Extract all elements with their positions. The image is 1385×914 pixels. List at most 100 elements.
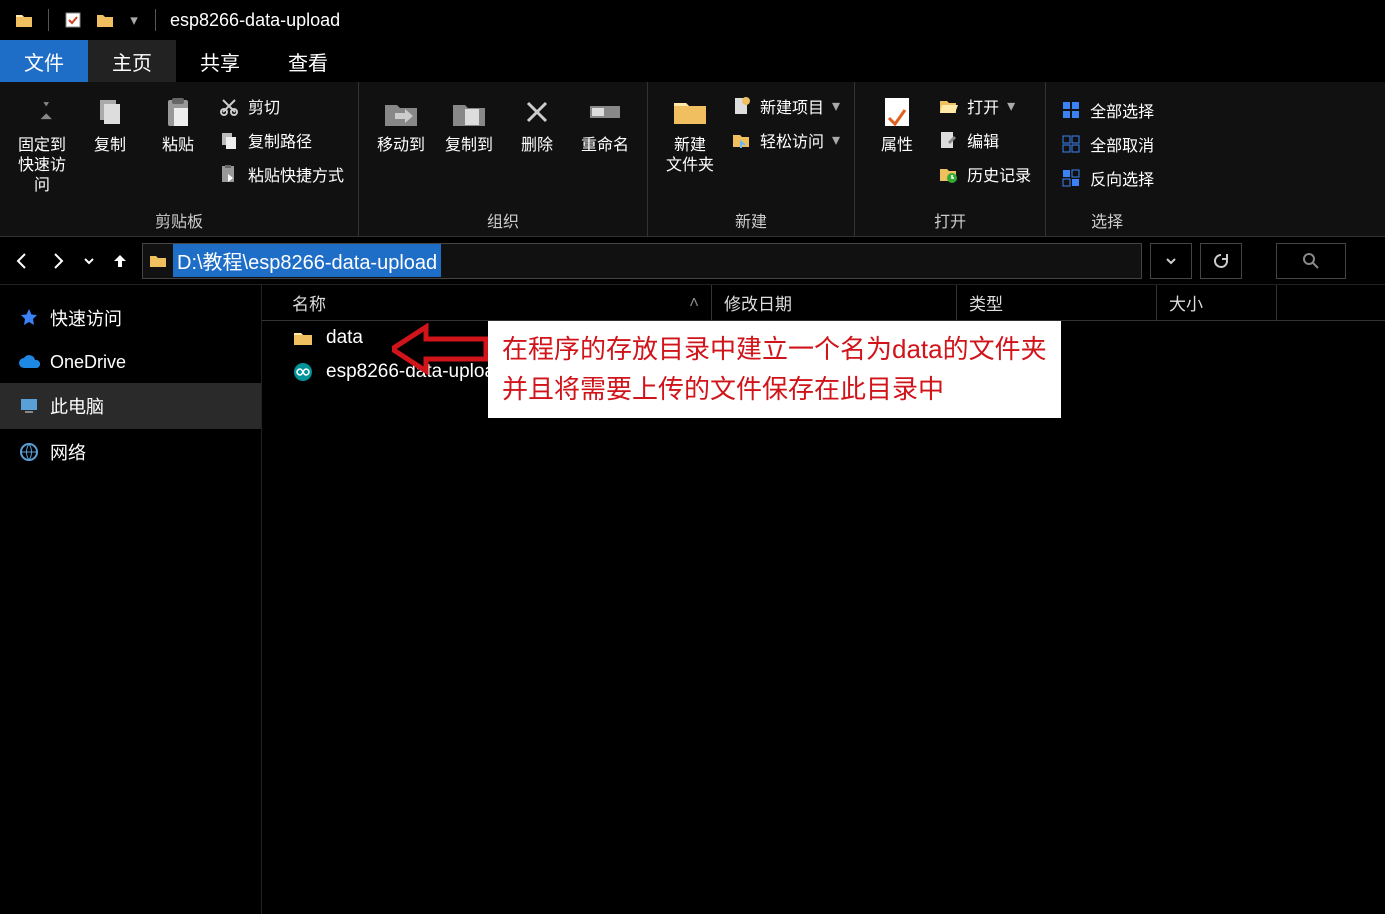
file-list-area: 名称˄ 修改日期 类型 大小 data esp8266-data-upload.… bbox=[262, 285, 1385, 914]
move-to-button[interactable]: 移动到 bbox=[369, 88, 433, 160]
column-name[interactable]: 名称˄ bbox=[262, 285, 712, 320]
rename-label: 重命名 bbox=[581, 136, 629, 156]
history-label: 历史记录 bbox=[967, 162, 1031, 186]
tab-home[interactable]: 主页 bbox=[88, 40, 176, 82]
pin-label: 固定到 快速访问 bbox=[12, 136, 72, 196]
column-type[interactable]: 类型 bbox=[957, 285, 1157, 320]
edit-button[interactable]: 编辑 bbox=[933, 126, 1035, 154]
sidebar-label: 快速访问 bbox=[50, 305, 122, 331]
new-folder-label: 新建 文件夹 bbox=[666, 136, 714, 176]
back-button[interactable] bbox=[8, 247, 36, 275]
sidebar-item-this-pc[interactable]: 此电脑 bbox=[0, 383, 261, 429]
group-select: 全部选择 全部取消 反向选择 选择 bbox=[1046, 82, 1168, 236]
invert-icon bbox=[1060, 167, 1082, 189]
copy-to-label: 复制到 bbox=[445, 136, 493, 156]
open-button[interactable]: 打开 ▾ bbox=[933, 92, 1035, 120]
group-label-new: 新建 bbox=[735, 204, 767, 234]
paste-shortcut-icon bbox=[218, 163, 240, 185]
folder-icon bbox=[149, 253, 167, 269]
network-icon bbox=[18, 441, 40, 463]
list-item[interactable]: esp8266-data-upload.ino bbox=[262, 355, 1385, 389]
easy-access-label: 轻松访问 bbox=[760, 128, 824, 152]
copy-to-button[interactable]: 复制到 bbox=[437, 88, 501, 160]
sidebar-item-quick-access[interactable]: 快速访问 bbox=[0, 295, 261, 341]
search-box[interactable] bbox=[1276, 243, 1346, 279]
sidebar: 快速访问 OneDrive 此电脑 网络 bbox=[0, 285, 262, 914]
open-icon bbox=[937, 95, 959, 117]
rename-icon bbox=[585, 92, 625, 132]
group-label-organize: 组织 bbox=[487, 204, 519, 234]
ribbon-tabs: 文件 主页 共享 查看 bbox=[0, 40, 1385, 82]
recent-dropdown[interactable] bbox=[80, 247, 98, 275]
address-bar[interactable]: D:\教程\esp8266-data-upload bbox=[142, 243, 1142, 279]
column-date[interactable]: 修改日期 bbox=[712, 285, 957, 320]
file-name: data bbox=[326, 327, 363, 349]
history-icon bbox=[937, 163, 959, 185]
column-size[interactable]: 大小 bbox=[1157, 285, 1277, 320]
copy-path-button[interactable]: 复制路径 bbox=[214, 126, 348, 154]
copy-label: 复制 bbox=[94, 136, 126, 156]
new-item-button[interactable]: 新建项目 ▾ bbox=[726, 92, 844, 120]
easy-access-icon bbox=[730, 129, 752, 151]
rename-button[interactable]: 重命名 bbox=[573, 88, 637, 160]
cut-button[interactable]: 剪切 bbox=[214, 92, 348, 120]
sidebar-label: 网络 bbox=[50, 439, 86, 465]
group-label-open: 打开 bbox=[934, 204, 966, 234]
window-title: esp8266-data-upload bbox=[170, 10, 340, 31]
copy-to-icon bbox=[449, 92, 489, 132]
chevron-down-icon: ▾ bbox=[1007, 96, 1015, 116]
delete-button[interactable]: 删除 bbox=[505, 88, 569, 160]
paste-button[interactable]: 粘贴 bbox=[146, 88, 210, 160]
pin-to-quick-access-button[interactable]: 固定到 快速访问 bbox=[10, 88, 74, 200]
properties-label: 属性 bbox=[881, 136, 913, 156]
paste-shortcut-label: 粘贴快捷方式 bbox=[248, 162, 344, 186]
properties-shortcut-icon[interactable] bbox=[63, 10, 83, 30]
copy-path-label: 复制路径 bbox=[248, 128, 312, 152]
refresh-button[interactable] bbox=[1200, 243, 1242, 279]
tab-share[interactable]: 共享 bbox=[176, 40, 264, 82]
new-folder-icon bbox=[670, 92, 710, 132]
move-to-icon bbox=[381, 92, 421, 132]
group-clipboard: 固定到 快速访问 复制 粘贴 剪切 复制路径 bbox=[0, 82, 359, 236]
paste-shortcut-button[interactable]: 粘贴快捷方式 bbox=[214, 160, 348, 188]
history-button[interactable]: 历史记录 bbox=[933, 160, 1035, 188]
sidebar-item-network[interactable]: 网络 bbox=[0, 429, 261, 475]
address-path[interactable]: D:\教程\esp8266-data-upload bbox=[173, 244, 441, 277]
search-icon bbox=[1302, 252, 1320, 270]
properties-button[interactable]: 属性 bbox=[865, 88, 929, 160]
open-label: 打开 bbox=[967, 94, 999, 118]
easy-access-button[interactable]: 轻松访问 ▾ bbox=[726, 126, 844, 154]
delete-icon bbox=[517, 92, 557, 132]
cut-icon bbox=[218, 95, 240, 117]
pc-icon bbox=[18, 395, 40, 417]
tab-file[interactable]: 文件 bbox=[0, 40, 88, 82]
properties-icon bbox=[877, 92, 917, 132]
edit-label: 编辑 bbox=[967, 128, 999, 152]
titlebar: ▾ esp8266-data-upload bbox=[0, 0, 1385, 40]
separator bbox=[155, 9, 156, 31]
star-icon bbox=[18, 307, 40, 329]
forward-button[interactable] bbox=[44, 247, 72, 275]
up-button[interactable] bbox=[106, 247, 134, 275]
move-to-label: 移动到 bbox=[377, 136, 425, 156]
tab-view[interactable]: 查看 bbox=[264, 40, 352, 82]
address-dropdown[interactable] bbox=[1150, 243, 1192, 279]
list-item[interactable]: data bbox=[262, 321, 1385, 355]
dropdown-icon[interactable]: ▾ bbox=[127, 10, 141, 30]
select-all-button[interactable]: 全部选择 bbox=[1056, 96, 1158, 124]
sidebar-label: OneDrive bbox=[50, 352, 126, 373]
chevron-down-icon: ▾ bbox=[832, 96, 840, 116]
sidebar-item-onedrive[interactable]: OneDrive bbox=[0, 341, 261, 383]
folder-icon bbox=[14, 10, 34, 30]
invert-selection-button[interactable]: 反向选择 bbox=[1056, 164, 1158, 192]
column-headers: 名称˄ 修改日期 类型 大小 bbox=[262, 285, 1385, 321]
folder-shortcut-icon[interactable] bbox=[95, 10, 115, 30]
chevron-down-icon: ▾ bbox=[832, 130, 840, 150]
select-none-button[interactable]: 全部取消 bbox=[1056, 130, 1158, 158]
arduino-icon bbox=[292, 361, 314, 383]
file-name: esp8266-data-upload.ino bbox=[326, 361, 536, 383]
copy-button[interactable]: 复制 bbox=[78, 88, 142, 160]
copy-icon bbox=[90, 92, 130, 132]
new-folder-button[interactable]: 新建 文件夹 bbox=[658, 88, 722, 180]
group-open: 属性 打开 ▾ 编辑 历史记录 打开 bbox=[855, 82, 1046, 236]
